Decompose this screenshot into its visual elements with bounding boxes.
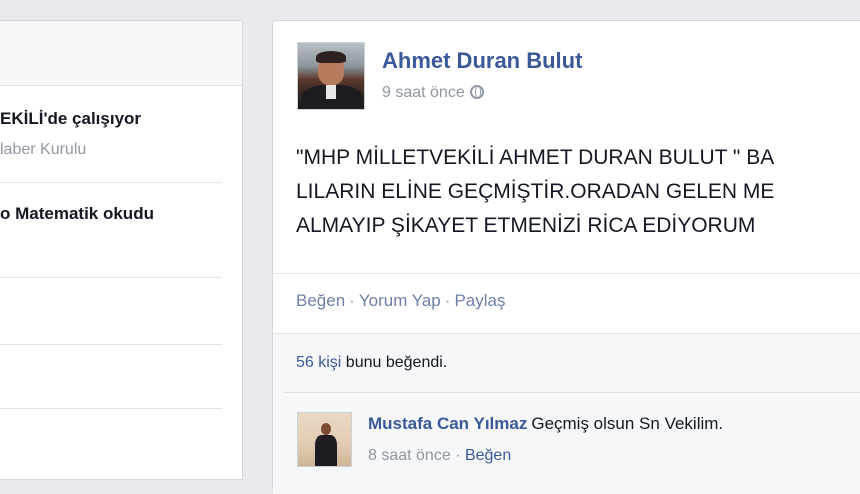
commenter-avatar[interactable] (297, 412, 352, 467)
post-time-text[interactable]: 9 saat önce (382, 84, 465, 101)
comment-link[interactable]: Yorum Yap (359, 291, 441, 310)
info-row-empty (0, 344, 222, 409)
separator: · (444, 291, 451, 310)
ufi-box: 56 kişi bunu beğendi. Mustafa Can Yılmaz… (273, 333, 860, 494)
author-avatar[interactable] (297, 42, 365, 110)
divider (283, 392, 860, 393)
education-info-row[interactable]: o Matematik okudu (0, 182, 222, 278)
profile-info-header (0, 21, 242, 86)
comment-time[interactable]: 8 saat önce (368, 447, 451, 464)
post-timestamp[interactable]: 9 saat önce (382, 84, 484, 102)
work-title[interactable]: EKİLİ'de çalışıyor (0, 109, 141, 129)
post-actions: Beğen · Yorum Yap · Paylaş (296, 291, 505, 311)
likes-count[interactable]: 56 kişi (296, 354, 341, 371)
comment-author[interactable]: Mustafa Can Yılmaz (368, 414, 527, 433)
work-info-row[interactable]: EKİLİ'de çalışıyor laber Kurulu (0, 85, 222, 183)
info-row-empty (0, 408, 222, 478)
post-text-line: LILARIN ELİNE GEÇMİŞTİR.ORADAN GELEN ME (296, 180, 775, 203)
post-card: Ahmet Duran Bulut 9 saat önce "MHP MİLLE… (272, 20, 860, 494)
post-text-line: ALMAYIP ŞİKAYET ETMENİZİ RİCA EDİYORUM (296, 214, 756, 237)
education-title[interactable]: o Matematik okudu (0, 204, 154, 224)
comment: Mustafa Can Yılmaz Geçmiş olsun Sn Vekili… (368, 414, 723, 434)
likes-suffix: bunu beğendi. (341, 354, 448, 371)
comment-like-link[interactable]: Beğen (465, 447, 511, 464)
comment-text: Geçmiş olsun Sn Vekilim. (531, 414, 724, 433)
post-text-line: "MHP MİLLETVEKİLİ AHMET DURAN BULUT " BA (296, 146, 775, 169)
post-author-name[interactable]: Ahmet Duran Bulut (382, 48, 582, 74)
work-subtitle[interactable]: laber Kurulu (0, 141, 86, 159)
divider (273, 273, 860, 274)
post-text: "MHP MİLLETVEKİLİ AHMET DURAN BULUT " BA… (296, 141, 860, 243)
globe-icon[interactable] (469, 85, 484, 99)
share-link[interactable]: Paylaş (454, 291, 505, 310)
info-row-empty (0, 277, 222, 345)
separator: · (349, 291, 355, 310)
like-link[interactable]: Beğen (296, 291, 345, 310)
comment-meta: 8 saat önce · Beğen (368, 447, 511, 465)
likes-summary: 56 kişi bunu beğendi. (296, 354, 447, 372)
separator: · (450, 447, 465, 464)
profile-info-card: EKİLİ'de çalışıyor laber Kurulu o Matema… (0, 20, 243, 480)
